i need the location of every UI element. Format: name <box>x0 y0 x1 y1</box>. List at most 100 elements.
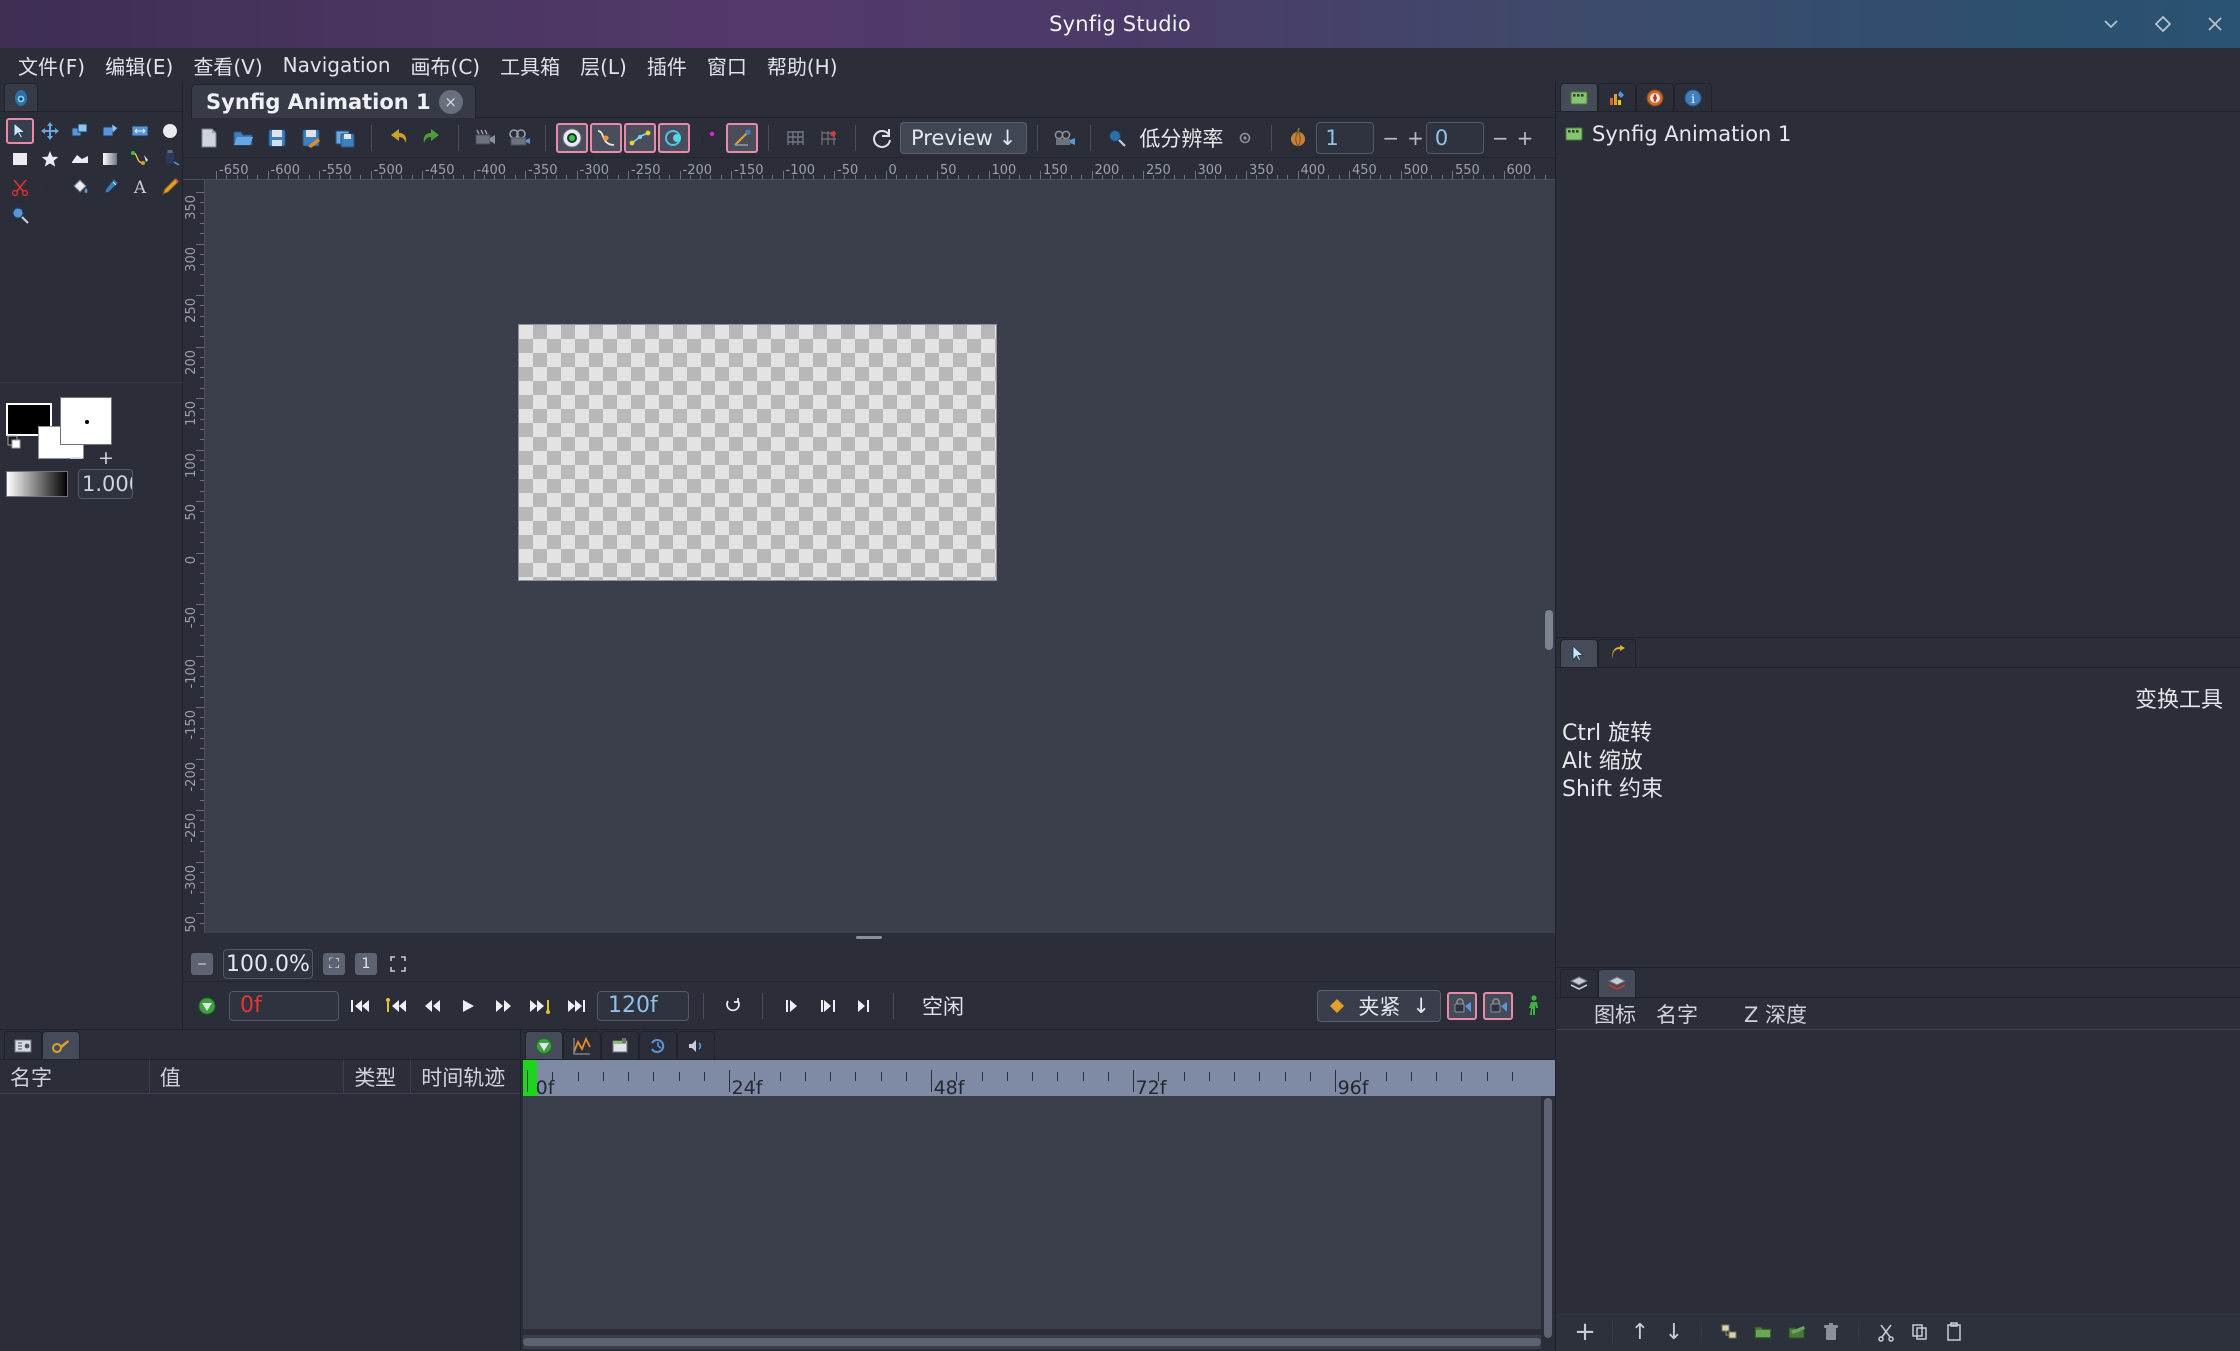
onion-past-decrease[interactable]: − <box>1382 126 1399 150</box>
sound-tab[interactable] <box>677 1031 715 1059</box>
layers-tab[interactable] <box>1560 969 1598 997</box>
zoom-out-icon[interactable]: ‒ <box>191 953 213 975</box>
lock-past-keyframe-button[interactable] <box>1447 991 1477 1020</box>
menu-item-layer[interactable]: 层(L) <box>570 49 637 82</box>
toggle-render-in-background[interactable] <box>590 122 622 153</box>
lower-layer-button[interactable]: ↓ <box>1659 1318 1689 1346</box>
close-icon[interactable]: × <box>438 89 463 114</box>
animate-mode-button[interactable] <box>1519 992 1549 1020</box>
curves-tab[interactable] <box>563 1031 601 1059</box>
layers-rows-area[interactable] <box>1556 1030 2240 1313</box>
zoom-actual-icon[interactable]: 1 <box>355 953 377 975</box>
delete-layer-button[interactable] <box>1816 1318 1846 1346</box>
column-type[interactable]: 类型 <box>344 1059 412 1094</box>
library-tab[interactable] <box>601 1031 639 1059</box>
camera-button[interactable] <box>1048 123 1080 153</box>
preview-dropdown-button[interactable]: Preview ↓ <box>900 121 1028 154</box>
navigator-tab[interactable] <box>1636 83 1674 111</box>
fill-tool[interactable] <box>66 174 94 200</box>
minimize-icon[interactable] <box>2100 13 2122 35</box>
vertical-ruler[interactable]: 350 300 250 200 150 100 50 0 -50 -100 -150 -200 -250… <box>183 180 205 933</box>
next-keyframe-button[interactable] <box>525 992 555 1020</box>
undo-button[interactable] <box>382 123 414 153</box>
keyframes-tab[interactable] <box>42 1031 80 1059</box>
timetrack-horizontal-scrollbar[interactable] <box>523 1335 1541 1349</box>
maximize-icon[interactable] <box>2152 13 2174 35</box>
column-name[interactable]: 名字 <box>0 1059 150 1094</box>
bound-upper-button[interactable] <box>849 992 879 1020</box>
zoom-tool[interactable] <box>6 202 34 228</box>
brush-width-field[interactable]: 1.000 <box>78 469 133 499</box>
star-tool[interactable] <box>36 146 64 172</box>
loop-icon[interactable] <box>718 992 748 1020</box>
next-frame-button[interactable] <box>489 992 519 1020</box>
toggle-background-rendering[interactable] <box>556 122 588 153</box>
column-toggle[interactable] <box>1556 998 1584 1030</box>
text-tool[interactable]: A <box>126 174 154 200</box>
scale-tool[interactable] <box>66 118 94 144</box>
column-timetrack[interactable]: 时间轨迹 <box>411 1060 520 1094</box>
panel-resize-grabber[interactable] <box>856 936 882 939</box>
canvas-artboard[interactable] <box>519 325 996 580</box>
duplicate-layer-button[interactable] <box>1714 1318 1744 1346</box>
toggle-jack[interactable] <box>624 122 656 153</box>
new-document-button[interactable] <box>193 123 225 153</box>
column-zdepth[interactable]: Z 深度 <box>1734 998 1807 1030</box>
onion-future-decrease[interactable]: − <box>1492 126 1509 150</box>
spline-tool[interactable] <box>126 146 154 172</box>
cut-layer-button[interactable] <box>1871 1318 1901 1346</box>
smooth-move-tool[interactable] <box>36 118 64 144</box>
timetrack-vertical-scrollbar[interactable] <box>1543 1096 1553 1338</box>
history-tab[interactable] <box>639 1031 677 1059</box>
copy-layer-button[interactable] <box>1905 1318 1935 1346</box>
save-document-button[interactable] <box>261 123 293 153</box>
onion-skin-icon[interactable] <box>1282 123 1314 153</box>
new-layer-button[interactable]: + <box>1570 1317 1600 1347</box>
column-name[interactable]: 名字 <box>1646 998 1734 1030</box>
menu-item-edit[interactable]: 编辑(E) <box>95 49 183 82</box>
lowres-settings-icon[interactable] <box>1229 123 1261 153</box>
ungroup-layer-button[interactable] <box>1782 1318 1812 1346</box>
keyframe-lock-icon[interactable] <box>191 991 223 1021</box>
prev-keyframe-button[interactable] <box>381 992 411 1020</box>
play-button[interactable] <box>453 992 483 1020</box>
history-tab[interactable] <box>1598 639 1636 667</box>
menu-item-help[interactable]: 帮助(H) <box>757 49 848 82</box>
lowres-label[interactable]: 低分辨率 <box>1135 123 1227 153</box>
toggle-ducks-position[interactable] <box>692 123 724 153</box>
toggle-ducks-angle[interactable] <box>726 122 758 153</box>
preview-render-button[interactable] <box>503 123 535 153</box>
menu-item-navigation[interactable]: Navigation <box>273 51 401 79</box>
canvas-browser-list[interactable]: Synfig Animation 1 <box>1556 112 2240 146</box>
current-time-field[interactable]: 0f <box>229 990 339 1021</box>
width-tool[interactable] <box>36 174 64 200</box>
save-as-button[interactable] <box>295 123 327 153</box>
render-button[interactable] <box>469 123 501 153</box>
canvas-browser-tab[interactable] <box>1560 83 1598 111</box>
brush-size-increase-button[interactable]: + <box>98 447 114 469</box>
save-all-button[interactable] <box>329 123 361 153</box>
raise-layer-button[interactable]: ↑ <box>1625 1318 1655 1346</box>
circle-tool[interactable] <box>156 118 184 144</box>
canvas-vertical-scrollbar[interactable] <box>1545 610 1553 650</box>
paste-layer-button[interactable] <box>1939 1318 1969 1346</box>
clamp-dropdown[interactable]: 夹紧 ↓ <box>1317 989 1441 1022</box>
tool-options-tab[interactable] <box>1560 639 1598 667</box>
bound-both-button[interactable] <box>813 992 843 1020</box>
toggle-grid-snap[interactable] <box>813 123 845 153</box>
info-tab[interactable]: i <box>1674 83 1712 111</box>
close-icon[interactable] <box>2204 13 2226 35</box>
gradient-tool[interactable] <box>96 146 124 172</box>
seek-begin-button[interactable] <box>345 992 375 1020</box>
redo-button[interactable] <box>416 123 448 153</box>
synfig-logo-icon[interactable] <box>4 83 38 111</box>
brush-size-decrease-button[interactable]: − <box>68 447 84 469</box>
eyedropper-tool[interactable] <box>96 174 124 200</box>
brush-preview[interactable] <box>60 397 112 445</box>
group-layer-button[interactable] <box>1748 1318 1778 1346</box>
palette-editor-tab[interactable] <box>1598 83 1636 111</box>
rectangle-tool[interactable] <box>6 146 34 172</box>
refresh-button[interactable] <box>866 123 898 153</box>
onion-past-increase[interactable]: + <box>1407 126 1424 150</box>
horizontal-ruler[interactable]: -650 -600 -550 -500 -450 -400 -350 -300 -250 -200… <box>183 158 1555 180</box>
